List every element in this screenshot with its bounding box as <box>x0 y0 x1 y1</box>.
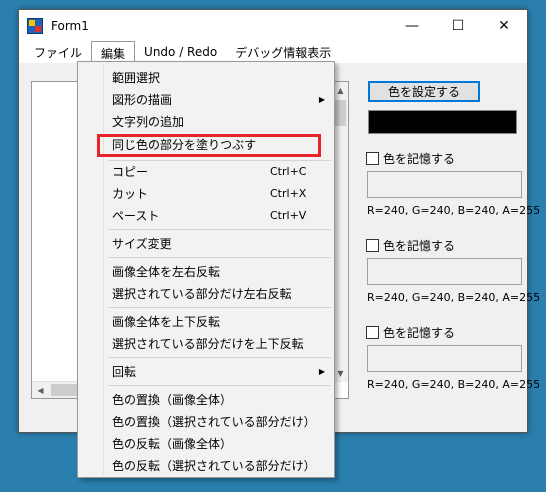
menu-item-label: 選択されている部分だけ左右反転 <box>112 286 292 301</box>
current-color-swatch <box>368 110 517 134</box>
close-button[interactable]: ✕ <box>481 10 527 41</box>
shortcut-label: Ctrl+V <box>270 208 307 222</box>
menu-item-label: 文字列の追加 <box>112 114 185 129</box>
menu-item-label: 同じ色の部分を塗りつぶす <box>112 137 257 152</box>
window-title: Form1 <box>51 18 89 33</box>
menu-item-copy[interactable]: コピー Ctrl+C <box>112 161 330 181</box>
menu-item-range-select[interactable]: 範囲選択 <box>112 67 330 87</box>
menu-separator <box>108 357 331 358</box>
remember-color-checkbox-2[interactable]: 色を記憶する <box>366 237 455 254</box>
menu-debug-info[interactable]: デバッグ情報表示 <box>226 41 340 63</box>
scroll-left-arrow-icon[interactable]: ◀ <box>32 382 49 399</box>
menu-item-fill-same-color[interactable]: 同じ色の部分を塗りつぶす <box>112 134 330 154</box>
menu-item-label: 画像全体を上下反転 <box>112 314 221 329</box>
menu-item-label: 色の反転（選択されている部分だけ） <box>112 458 316 473</box>
menu-separator <box>108 229 331 230</box>
menu-item-replace-color-selection[interactable]: 色の置換（選択されている部分だけ） <box>112 411 330 431</box>
memory-rgba-text: R=240, G=240, B=240, A=255 <box>367 378 541 391</box>
menu-item-label: 図形の描画 <box>112 92 173 107</box>
menu-item-flip-vertical-selection[interactable]: 選択されている部分だけを上下反転 <box>112 333 330 353</box>
color-memory-slot-2: 色を記憶する R=240, G=240, B=240, A=255 <box>366 237 540 317</box>
memory-rgba-text: R=240, G=240, B=240, A=255 <box>367 291 541 304</box>
app-icon <box>27 17 43 34</box>
menu-item-label: カット <box>112 186 149 201</box>
window-controls: — ☐ ✕ <box>389 10 527 41</box>
menu-item-cut[interactable]: カット Ctrl+X <box>112 183 330 203</box>
menu-item-rotate[interactable]: 回転 ▶ <box>112 361 330 381</box>
menu-item-draw-shape[interactable]: 図形の描画 ▶ <box>112 89 330 109</box>
menu-item-flip-horizontal-all[interactable]: 画像全体を左右反転 <box>112 261 330 281</box>
menu-item-label: 色の置換（画像全体） <box>112 392 233 407</box>
menu-item-label: 範囲選択 <box>112 70 161 85</box>
menu-item-flip-horizontal-selection[interactable]: 選択されている部分だけ左右反転 <box>112 283 330 303</box>
edit-dropdown-menu: 範囲選択 図形の描画 ▶ 文字列の追加 同じ色の部分を塗りつぶす コピー Ctrl+… <box>77 61 335 478</box>
submenu-arrow-icon: ▶ <box>318 94 325 104</box>
menu-item-label: 色の反転（画像全体） <box>112 436 233 451</box>
menu-item-label: 回転 <box>112 364 137 379</box>
menu-item-paste[interactable]: ペースト Ctrl+V <box>112 205 330 225</box>
menu-separator <box>108 307 331 308</box>
memory-color-swatch <box>367 171 522 198</box>
maximize-button[interactable]: ☐ <box>435 10 481 41</box>
menu-item-label: コピー <box>112 164 149 179</box>
menu-item-label: 色の置換（選択されている部分だけ） <box>112 414 316 429</box>
menu-item-resize[interactable]: サイズ変更 <box>112 233 330 253</box>
remember-color-checkbox-1[interactable]: 色を記憶する <box>366 150 455 167</box>
menu-undo-redo[interactable]: Undo / Redo <box>135 41 226 63</box>
memory-rgba-text: R=240, G=240, B=240, A=255 <box>367 204 541 217</box>
memory-color-swatch <box>367 345 522 372</box>
set-color-button[interactable]: 色を設定する <box>368 81 480 102</box>
color-memory-slot-1: 色を記憶する R=240, G=240, B=240, A=255 <box>366 150 540 230</box>
checkbox-icon[interactable] <box>366 326 379 339</box>
remember-color-label: 色を記憶する <box>383 326 456 340</box>
checkbox-icon[interactable] <box>366 239 379 252</box>
menu-separator <box>108 257 331 258</box>
menu-item-flip-vertical-all[interactable]: 画像全体を上下反転 <box>112 311 330 331</box>
shortcut-label: Ctrl+X <box>270 186 307 200</box>
menu-item-label: サイズ変更 <box>112 236 172 251</box>
menu-separator <box>108 385 331 386</box>
remember-color-label: 色を記憶する <box>383 152 456 166</box>
menu-item-label: 画像全体を左右反転 <box>112 264 221 279</box>
remember-color-label: 色を記憶する <box>383 239 456 253</box>
menu-bar: ファイル 編集 Undo / Redo デバッグ情報表示 <box>19 41 527 64</box>
color-memory-slot-3: 色を記憶する R=240, G=240, B=240, A=255 <box>366 324 540 404</box>
title-bar[interactable]: Form1 — ☐ ✕ <box>19 10 527 41</box>
menu-item-add-text[interactable]: 文字列の追加 <box>112 111 330 131</box>
checkbox-icon[interactable] <box>366 152 379 165</box>
menu-item-replace-color-all[interactable]: 色の置換（画像全体） <box>112 389 330 409</box>
remember-color-checkbox-3[interactable]: 色を記憶する <box>366 324 455 341</box>
menu-item-label: ペースト <box>112 208 160 223</box>
menu-item-invert-color-all[interactable]: 色の反転（画像全体） <box>112 433 330 453</box>
submenu-arrow-icon: ▶ <box>318 366 325 376</box>
minimize-button[interactable]: — <box>389 10 435 41</box>
menu-file[interactable]: ファイル <box>25 41 91 63</box>
vertical-scroll-thumb[interactable] <box>334 100 346 126</box>
menu-gutter <box>103 64 104 475</box>
memory-color-swatch <box>367 258 522 285</box>
menu-item-label: 選択されている部分だけを上下反転 <box>112 336 304 351</box>
menu-item-invert-color-selection[interactable]: 色の反転（選択されている部分だけ） <box>112 455 330 475</box>
shortcut-label: Ctrl+C <box>270 164 307 178</box>
